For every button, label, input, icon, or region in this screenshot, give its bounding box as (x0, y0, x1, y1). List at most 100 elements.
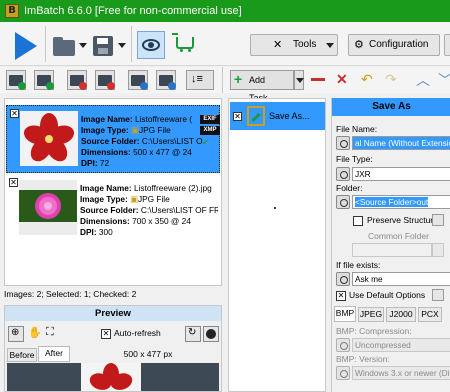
tab-after[interactable]: After (38, 346, 70, 362)
window-title: ImBatch 6.6.0 [Free for non-commercial u… (24, 5, 242, 17)
eye-icon (142, 39, 160, 51)
image-list-item[interactable]: ✕ Image Name: Listoffreeware ( Image Typ… (6, 105, 220, 173)
open-button[interactable] (50, 32, 76, 58)
if-exists-select[interactable]: Ask me (352, 272, 450, 286)
add-images-button[interactable] (6, 70, 26, 90)
auto-refresh-checkbox[interactable]: ✕ (101, 329, 111, 339)
up-badge-icon (140, 82, 148, 90)
if-exists-options-icon[interactable] (336, 272, 350, 286)
folder-options-icon[interactable] (336, 195, 350, 209)
file-type-select[interactable]: JXR (352, 167, 450, 181)
task-down-button[interactable]: ﹀ (436, 70, 450, 90)
move-down-button[interactable] (156, 70, 176, 90)
chevron-down-icon (296, 78, 304, 83)
run-batch-button[interactable] (6, 28, 40, 62)
dpi-value: 72 (99, 158, 110, 168)
image-checkbox[interactable]: ✕ (9, 178, 18, 187)
fit-icon: ⛶ (46, 326, 54, 338)
tools-button[interactable]: ✕ Tools (250, 34, 338, 56)
sort-button[interactable]: ↓≡ (186, 70, 214, 90)
clear-images-button[interactable] (95, 70, 115, 90)
task-list[interactable]: ✕ Save As... (228, 98, 326, 392)
image-checkbox[interactable]: ✕ (10, 109, 19, 118)
preview-toggle-button[interactable] (137, 31, 165, 59)
app-logo-icon: B (5, 4, 19, 18)
configuration-button[interactable]: ⚙ Configuration (348, 34, 440, 56)
if-exists-label: If file exists: (336, 260, 381, 270)
remove-image-button[interactable] (67, 70, 87, 90)
default-options-button[interactable] (432, 289, 444, 301)
image-name-label: Image Name: (81, 114, 133, 124)
fit-button[interactable]: ⛶ (44, 326, 60, 342)
dimensions-label: Dimensions: (80, 216, 130, 226)
version-select[interactable]: Windows 3.x or newer (Di (352, 366, 450, 380)
image-thumbnail (20, 111, 78, 166)
save-button[interactable] (90, 32, 114, 58)
file-name-field[interactable]: al Name (Without Extensio (352, 136, 450, 150)
file-type-options-icon[interactable] (336, 167, 350, 181)
auto-refresh-label: Auto-refresh (114, 328, 161, 338)
tab-j2000[interactable]: J2000 (386, 307, 416, 322)
tab-jpeg[interactable]: JPEG (358, 307, 384, 322)
image-name-value: Listoffreeware (2).jpg (133, 183, 212, 193)
zoom-button[interactable]: ⊕ (8, 326, 24, 342)
refresh-button[interactable]: ↻ (185, 326, 201, 342)
preview-size: 500 x 477 px (75, 348, 221, 362)
file-name-options-icon[interactable] (336, 136, 350, 150)
use-default-options-label: Use Default Options (349, 290, 426, 300)
add-folder-button[interactable] (34, 70, 54, 90)
main-toolbar: ✕ Tools ⚙ Configuration ❓ (0, 22, 450, 66)
help-button[interactable]: ❓ (444, 34, 450, 56)
open-dropdown-arrow-icon[interactable] (79, 43, 87, 48)
task-list-item[interactable]: ✕ Save As... (230, 102, 325, 130)
dimensions-value: 700 x 350 @ 24 (132, 216, 191, 226)
browse-button[interactable] (432, 243, 444, 257)
file-name-label: File Name: (336, 124, 378, 134)
image-list-item[interactable]: ✕ Image Name: Listoffreeware (2).jpg Ima… (6, 175, 220, 243)
compression-select[interactable]: Uncompressed (352, 338, 450, 352)
dimensions-label: Dimensions: (81, 147, 131, 157)
image-list[interactable]: ✕ Image Name: Listoffreeware ( Image Typ… (4, 98, 222, 286)
add-task-dropdown[interactable] (294, 70, 304, 90)
circle-icon (206, 329, 216, 339)
common-folder-field[interactable] (352, 243, 432, 257)
preserve-structure-checkbox[interactable] (353, 216, 363, 226)
compression-label: BMP: Compression: (336, 326, 412, 336)
title-bar: B ImBatch 6.6.0 [Free for non-commercial… (0, 0, 450, 22)
undo-button[interactable]: ↶ (360, 70, 380, 90)
tab-before[interactable]: Before (7, 348, 37, 362)
redo-button[interactable]: ↷ (384, 70, 404, 90)
save-dropdown-arrow-icon[interactable] (118, 43, 126, 48)
move-up-button[interactable] (128, 70, 148, 90)
task-checkbox[interactable]: ✕ (233, 112, 242, 121)
record-button[interactable] (203, 326, 219, 342)
folder-field[interactable]: <Source Folder>out (352, 195, 450, 209)
undo-icon: ↶ (361, 71, 373, 87)
preview-image (7, 363, 219, 391)
compression-options-icon[interactable] (336, 338, 350, 352)
use-default-options-checkbox[interactable]: ✕ (336, 291, 346, 301)
add-task-button[interactable]: + Add Task... (230, 70, 294, 103)
preserve-structure-info-button[interactable] (432, 214, 444, 226)
plus-badge-icon (46, 82, 54, 90)
image-toolbar: ↓≡ + Add Task... ✕ ↶ ↷ ︿ ﹀ (0, 67, 450, 103)
task-up-button[interactable]: ︿ (414, 70, 434, 90)
version-options-icon[interactable] (336, 366, 350, 380)
remove-task-button[interactable] (309, 70, 329, 90)
zoom-icon: ⊕ (11, 327, 20, 338)
chevron-up-icon: ︿ (416, 72, 430, 88)
minus-icon (311, 78, 325, 81)
save-disk-icon (93, 36, 113, 56)
clear-tasks-button[interactable]: ✕ (333, 70, 353, 90)
source-folder-label: Source Folder: (81, 136, 140, 146)
preview-canvas (81, 363, 141, 391)
source-folder-label: Source Folder: (80, 205, 139, 215)
arrow-icon (251, 112, 261, 123)
tools-label: Tools (293, 39, 317, 50)
tab-pcx[interactable]: PCX (418, 307, 442, 322)
file-type-label: File Type: (336, 154, 373, 164)
tab-bmp[interactable]: BMP (334, 306, 356, 322)
pan-button[interactable]: ✋ (26, 326, 42, 342)
play-icon (15, 32, 37, 60)
jpg-file-icon: ▣ (131, 125, 139, 135)
